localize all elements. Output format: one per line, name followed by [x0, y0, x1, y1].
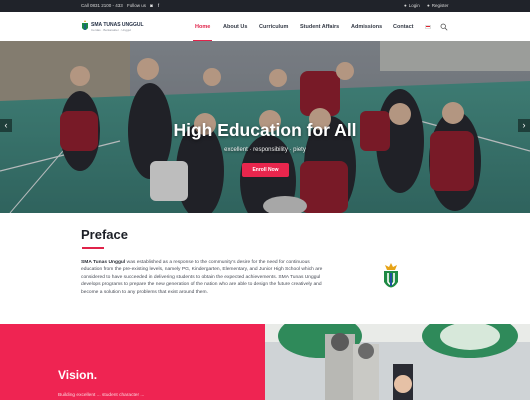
hero-slider: High Education for All excellent · respo…	[0, 41, 530, 213]
chevron-right-icon[interactable]: ›	[518, 119, 530, 132]
school-emblem-icon	[384, 263, 398, 288]
user-icon: ●	[404, 3, 407, 8]
hero-subtitle: excellent · responsibility · piety	[224, 147, 306, 153]
main-header: SMA TUNAS UNGGUL Cerdas · Berkarakter · …	[0, 12, 530, 42]
preface-underline	[82, 247, 104, 249]
vision-photo	[265, 324, 530, 400]
nav-curriculum[interactable]: Curriculum	[259, 24, 288, 30]
register-link[interactable]: ● Register	[427, 3, 448, 8]
nav-admissions[interactable]: Admissions	[351, 24, 382, 30]
nav-student-affairs[interactable]: Student Affairs	[300, 24, 339, 30]
students-artwork-photo	[265, 324, 530, 400]
contact-phone: Call 0831 2100 - 433	[81, 3, 123, 8]
indonesia-flag-icon[interactable]	[425, 25, 431, 29]
vision-text: Building excellent ... student character…	[58, 393, 145, 398]
hero-title: High Education for All	[173, 120, 357, 140]
login-link[interactable]: ● Login	[404, 3, 420, 8]
top-bar: Call 0831 2100 - 433 Follow us ◙ f ● Logi…	[0, 0, 530, 12]
preface-body: was established as a response to the com…	[81, 260, 323, 295]
preface-school-name: SMA Tunas Unggul	[81, 260, 126, 265]
vision-title: Vision.	[58, 368, 98, 382]
search-icon[interactable]	[440, 23, 448, 31]
preface-text: SMA Tunas Unggul was established as a re…	[81, 259, 323, 296]
school-tagline: Cerdas · Berkarakter · Unggul	[91, 28, 132, 32]
enroll-now-button[interactable]: Enroll Now	[242, 163, 289, 177]
follow-label: Follow us	[127, 3, 147, 8]
register-icon: ●	[427, 3, 430, 8]
vision-section: Vision. Building excellent ... student c…	[0, 324, 265, 400]
school-logo-icon[interactable]	[81, 20, 89, 32]
preface-title: Preface	[81, 227, 128, 242]
nav-home[interactable]: Home	[195, 24, 210, 30]
nav-about-us[interactable]: About Us	[223, 24, 247, 30]
chevron-left-icon[interactable]: ‹	[0, 119, 12, 132]
facebook-icon[interactable]: f	[156, 3, 161, 8]
instagram-icon[interactable]: ◙	[149, 3, 154, 8]
nav-contact[interactable]: Contact	[393, 24, 413, 30]
